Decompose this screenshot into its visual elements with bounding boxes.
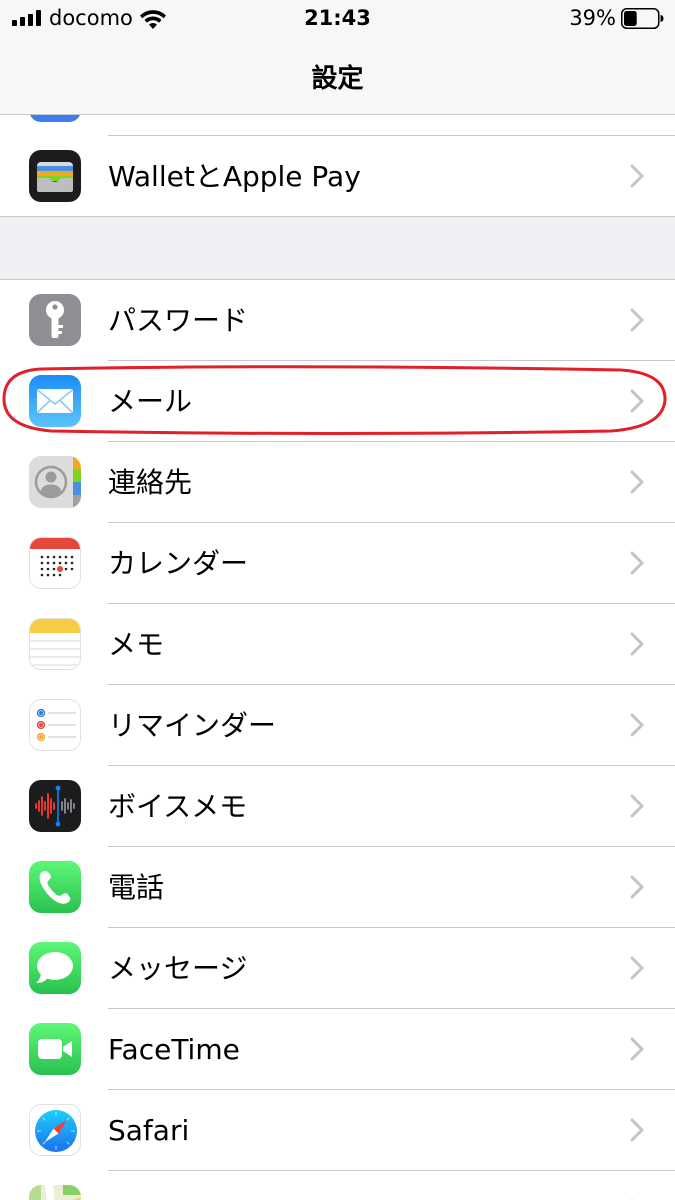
chevron-right-icon: [630, 1118, 644, 1142]
facetime-icon: [29, 1023, 81, 1075]
app-icon-partial: [29, 115, 81, 122]
row-label: メール: [108, 385, 193, 418]
settings-row-calendar[interactable]: カレンダー: [0, 523, 675, 604]
chevron-right-icon: [630, 875, 644, 899]
row-label: カレンダー: [108, 547, 249, 580]
settings-row-facetime[interactable]: FaceTime: [0, 1009, 675, 1090]
battery-icon: [621, 8, 664, 29]
notes-icon: [29, 618, 81, 670]
chevron-right-icon: [630, 164, 644, 188]
chevron-right-icon: [630, 389, 644, 413]
settings-row-voice-memos[interactable]: ボイスメモ: [0, 766, 675, 847]
contacts-icon: [29, 456, 81, 508]
settings-group-1: WalletとApple Pay: [0, 136, 675, 217]
settings-row-passwords[interactable]: パスワード: [0, 280, 675, 361]
status-bar: docomo 21:43 39%: [0, 0, 675, 38]
voice-memos-icon: [29, 780, 81, 832]
settings-row-contacts[interactable]: 連絡先: [0, 442, 675, 523]
chevron-right-icon: [630, 551, 644, 575]
row-label: WalletとApple Pay: [108, 160, 361, 193]
chevron-right-icon: [630, 470, 644, 494]
row-label: リマインダー: [108, 709, 277, 742]
settings-row-mail[interactable]: メール: [0, 361, 675, 442]
row-label: FaceTime: [108, 1033, 240, 1066]
navigation-bar: 設定: [0, 38, 675, 115]
maps-icon: [29, 1185, 81, 1200]
group-separator: [0, 216, 675, 280]
settings-row-notes[interactable]: メモ: [0, 604, 675, 685]
row-label: メモ: [108, 628, 165, 661]
battery-percent: 39%: [569, 6, 616, 30]
mail-icon: [29, 375, 81, 427]
row-label: Safari: [108, 1114, 190, 1147]
row-label: ボイスメモ: [108, 790, 248, 823]
safari-icon: [29, 1104, 81, 1156]
chevron-right-icon: [630, 956, 644, 980]
chevron-right-icon: [630, 1037, 644, 1061]
chevron-right-icon: [630, 794, 644, 818]
settings-row-phone[interactable]: 電話: [0, 847, 675, 928]
calendar-icon: [29, 537, 81, 589]
row-label: 電話: [108, 871, 165, 904]
settings-row-messages[interactable]: メッセージ: [0, 928, 675, 1009]
row-label: メッセージ: [108, 952, 248, 985]
messages-icon: [29, 942, 81, 994]
chevron-right-icon: [630, 308, 644, 332]
chevron-right-icon: [630, 713, 644, 737]
settings-row-wallet[interactable]: WalletとApple Pay: [0, 136, 675, 217]
settings-group-2: パスワード メール 連絡先 カレンダー メモ リマインダー ボイスメモ 電話 メ…: [0, 280, 675, 1200]
phone-icon: [29, 861, 81, 913]
settings-row-maps[interactable]: [0, 1171, 675, 1200]
row-label: 連絡先: [108, 466, 193, 499]
chevron-right-icon: [630, 632, 644, 656]
settings-row-reminders[interactable]: リマインダー: [0, 685, 675, 766]
row-label: パスワード: [108, 304, 249, 337]
scrolled-row-remnant: [0, 115, 675, 136]
key-icon: [29, 294, 81, 346]
settings-row-safari[interactable]: Safari: [0, 1090, 675, 1171]
page-title: 設定: [311, 64, 364, 94]
reminders-icon: [29, 699, 81, 751]
wallet-icon: [29, 150, 81, 202]
